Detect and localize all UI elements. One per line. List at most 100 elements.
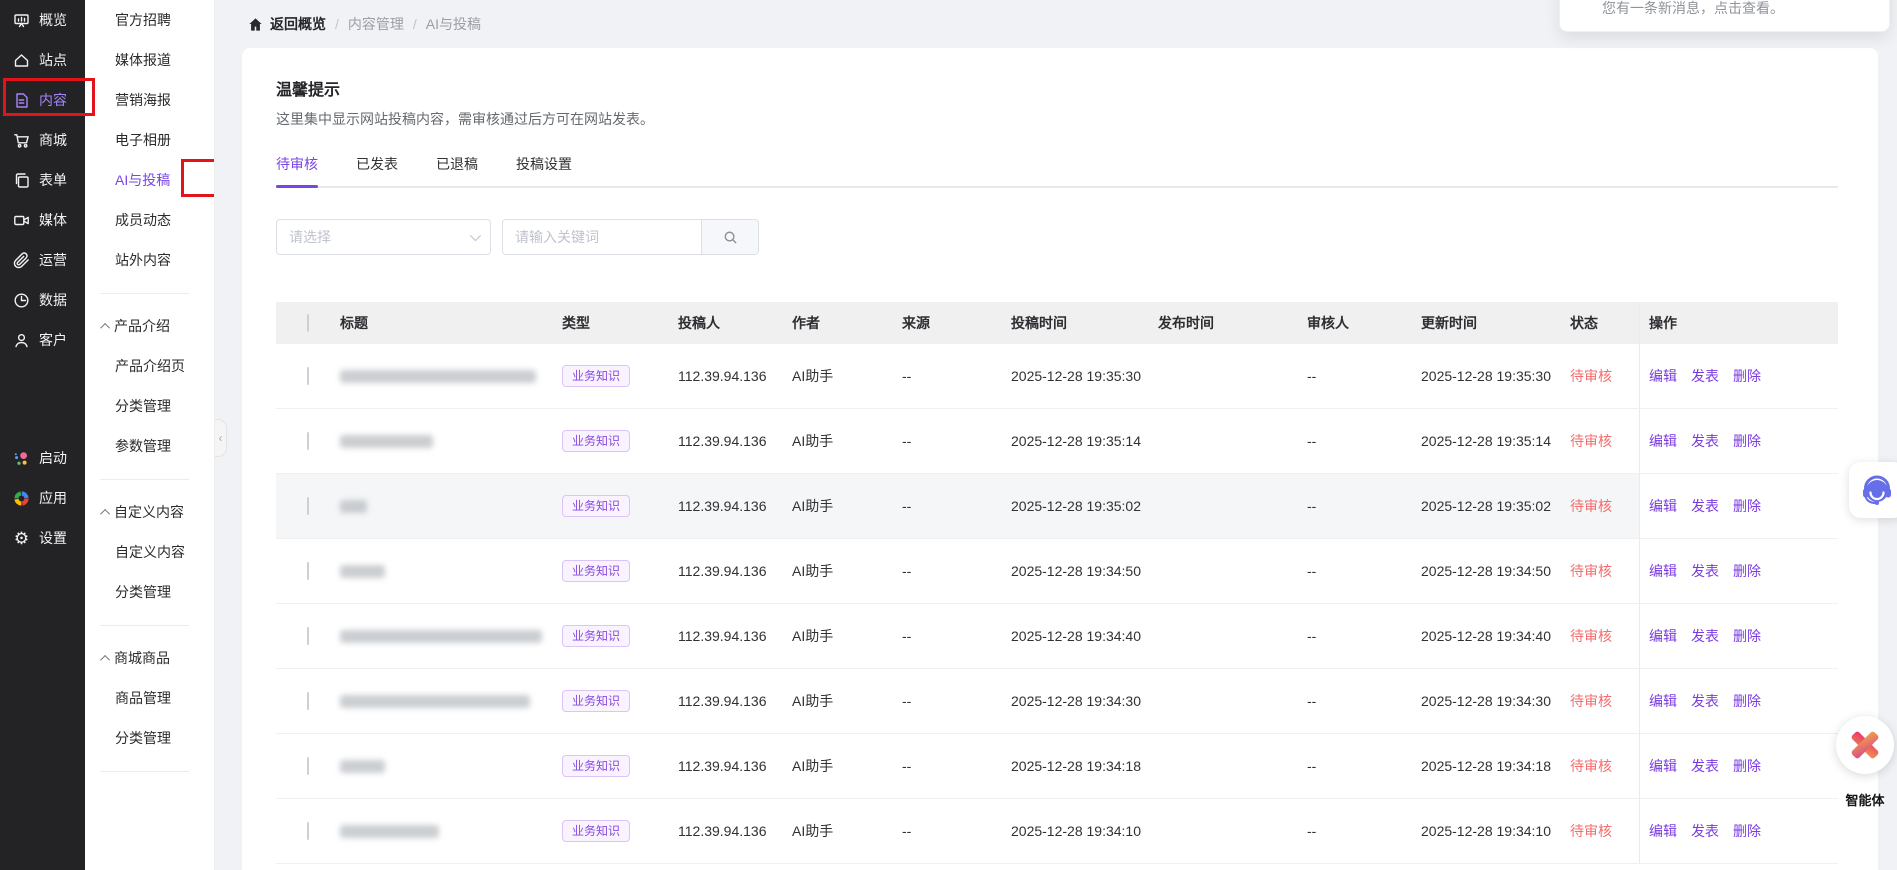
sidebar-item-overview[interactable]: 概览 [0,0,85,40]
delete-link[interactable]: 删除 [1733,431,1761,451]
subnav-item-ai-submissions[interactable]: AI与投稿 [85,160,214,200]
row-checkbox[interactable] [307,497,309,515]
breadcrumb-ai-submissions[interactable]: AI与投稿 [426,14,481,34]
search-button[interactable] [701,220,758,254]
subnav-item-goods-mgmt[interactable]: 商品管理 [85,678,214,718]
row-checkbox[interactable] [307,562,309,580]
edit-link[interactable]: 编辑 [1649,821,1677,841]
sidebar-item-launch[interactable]: 启动 [0,438,85,478]
agent-widget[interactable] [1836,716,1894,774]
row-checkbox[interactable] [307,692,309,710]
delete-link[interactable]: 删除 [1733,626,1761,646]
edit-link[interactable]: 编辑 [1649,431,1677,451]
subnav-group-mall-goods[interactable]: 商城商品 [85,638,214,678]
blurred-title[interactable] [340,695,530,708]
delete-link[interactable]: 删除 [1733,366,1761,386]
publish-link[interactable]: 发表 [1691,561,1719,581]
update-time-cell: 2025-12-28 19:34:30 [1421,693,1570,709]
subnav-item-member-activity[interactable]: 成员动态 [85,200,214,240]
publish-link[interactable]: 发表 [1691,431,1719,451]
edit-link[interactable]: 编辑 [1649,756,1677,776]
primary-sidebar-bottom: 启动 应用 ⚙ 设置 [0,438,85,558]
subnav-group-custom-content[interactable]: 自定义内容 [85,492,214,532]
submit-time-cell: 2025-12-28 19:34:18 [1011,758,1158,774]
subnav-item-category-mgmt-2[interactable]: 分类管理 [85,572,214,612]
apps-icon [13,490,30,507]
blurred-title[interactable] [340,435,433,448]
publish-link[interactable]: 发表 [1691,366,1719,386]
status-badge: 待审核 [1570,366,1639,386]
blurred-title[interactable] [340,760,385,773]
publish-link[interactable]: 发表 [1691,496,1719,516]
sidebar-item-mall[interactable]: 商城 [0,120,85,160]
edit-link[interactable]: 编辑 [1649,626,1677,646]
breadcrumb-root[interactable]: 返回概览 [248,14,326,34]
type-tag: 业务知识 [562,430,630,452]
delete-link[interactable]: 删除 [1733,561,1761,581]
sidebar-item-content[interactable]: 内容 [0,80,85,120]
subnav-item-marketing-posters[interactable]: 营销海报 [85,80,214,120]
sidebar-item-media[interactable]: 媒体 [0,200,85,240]
subnav-item-external-content[interactable]: 站外内容 [85,240,214,280]
tab-published[interactable]: 已发表 [356,145,398,186]
blurred-title[interactable] [340,825,439,838]
publish-link[interactable]: 发表 [1691,626,1719,646]
edit-link[interactable]: 编辑 [1649,691,1677,711]
blurred-title[interactable] [340,565,385,578]
delete-link[interactable]: 删除 [1733,756,1761,776]
sidebar-item-settings[interactable]: ⚙ 设置 [0,518,85,558]
sidebar-item-data[interactable]: 数据 [0,280,85,320]
subnav-item-custom-content[interactable]: 自定义内容 [85,532,214,572]
edit-link[interactable]: 编辑 [1649,561,1677,581]
type-select[interactable]: 请选择 [276,219,491,255]
sidebar-item-apps[interactable]: 应用 [0,478,85,518]
row-checkbox[interactable] [307,627,309,645]
subnav-item-media-reports[interactable]: 媒体报道 [85,40,214,80]
row-checkbox[interactable] [307,822,309,840]
sidebar-item-customers[interactable]: 客户 [0,320,85,360]
publish-link[interactable]: 发表 [1691,821,1719,841]
edit-link[interactable]: 编辑 [1649,496,1677,516]
subnav-item-parameter-mgmt[interactable]: 参数管理 [85,426,214,466]
subnav-item-e-album[interactable]: 电子相册 [85,120,214,160]
subnav-item-category-mgmt-1[interactable]: 分类管理 [85,386,214,426]
row-checkbox[interactable] [307,367,309,385]
sidebar-item-forms[interactable]: 表单 [0,160,85,200]
delete-link[interactable]: 删除 [1733,691,1761,711]
row-checkbox[interactable] [307,432,309,450]
tab-pending-review[interactable]: 待审核 [276,145,318,186]
update-time-cell: 2025-12-28 19:34:50 [1421,563,1570,579]
notification-toast[interactable]: 您有一条新消息，点击查看。 [1559,0,1890,32]
sidebar-item-operations[interactable]: 运营 [0,240,85,280]
subnav-item-official-recruit[interactable]: 官方招聘 [85,0,214,40]
submitter-cell: 112.39.94.136 [678,433,792,449]
blurred-title[interactable] [340,630,542,643]
edit-link[interactable]: 编辑 [1649,366,1677,386]
row-checkbox[interactable] [307,757,309,775]
author-cell: AI助手 [792,561,902,581]
search-input[interactable] [503,220,701,254]
tab-rejected[interactable]: 已退稿 [436,145,478,186]
blurred-title[interactable] [340,500,367,513]
publish-link[interactable]: 发表 [1691,756,1719,776]
tab-submission-settings[interactable]: 投稿设置 [516,145,572,186]
sidebar-collapse-handle[interactable]: ‹ [215,419,227,457]
blurred-title[interactable] [340,370,536,383]
publish-link[interactable]: 发表 [1691,691,1719,711]
submitter-cell: 112.39.94.136 [678,758,792,774]
subnav-item-category-mgmt-3[interactable]: 分类管理 [85,718,214,758]
submit-time-cell: 2025-12-28 19:35:14 [1011,433,1158,449]
table-row: 业务知识 112.39.94.136 AI助手 -- 2025-12-28 19… [276,474,1838,539]
select-all-checkbox[interactable] [307,314,309,332]
breadcrumb-content-mgmt[interactable]: 内容管理 [348,14,404,34]
delete-link[interactable]: 删除 [1733,496,1761,516]
subnav-group-product-intro[interactable]: 产品介绍 [85,306,214,346]
customer-service-widget[interactable] [1849,462,1897,518]
status-badge: 待审核 [1570,561,1639,581]
status-badge: 待审核 [1570,821,1639,841]
delete-link[interactable]: 删除 [1733,821,1761,841]
sidebar-item-site[interactable]: 站点 [0,40,85,80]
tips-title: 温馨提示 [276,76,1838,100]
subnav-item-product-intro-page[interactable]: 产品介绍页 [85,346,214,386]
type-tag: 业务知识 [562,755,630,777]
